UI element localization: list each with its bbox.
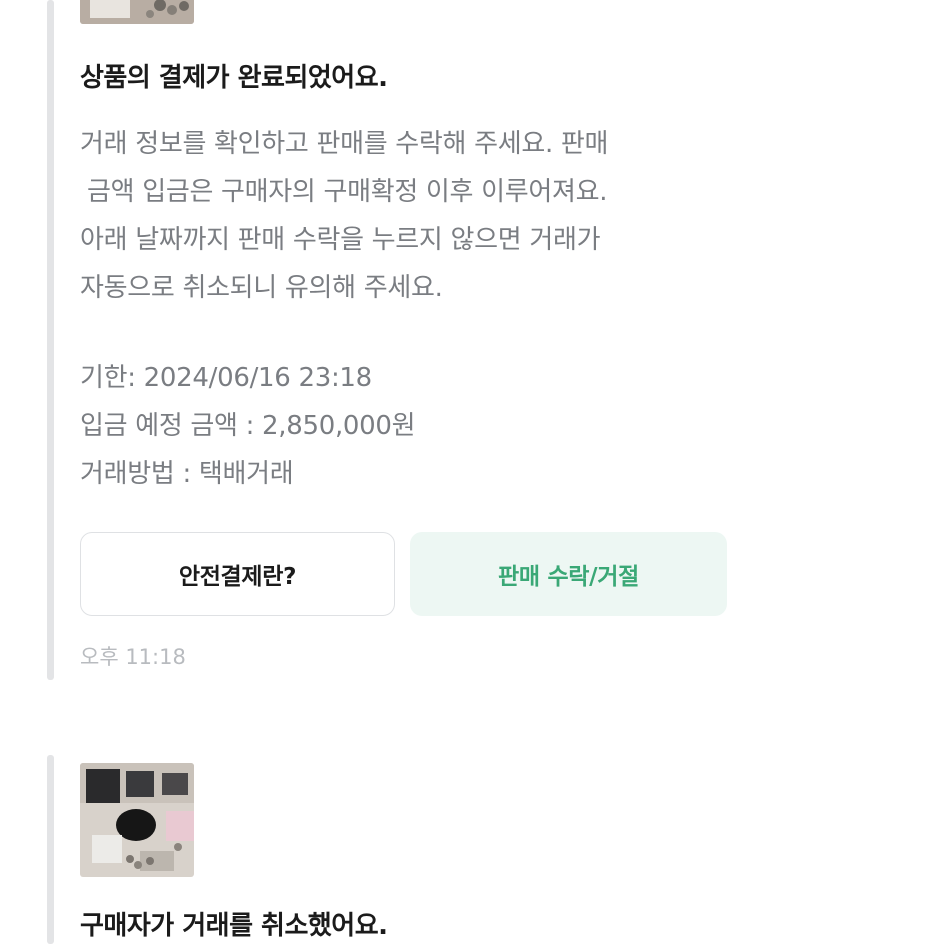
product-image-icon (80, 763, 194, 877)
trade-method-text: 거래방법 : 택배거래 (80, 459, 294, 489)
expected-amount-text: 입금 예정 금액 : 2,850,000원 (80, 411, 416, 441)
product-thumbnail[interactable] (80, 0, 194, 24)
trade-info: 기한: 2024/06/16 23:18 입금 예정 금액 : 2,850,00… (80, 354, 416, 498)
safe-payment-info-button[interactable]: 안전결제란? (80, 532, 395, 616)
product-thumbnail[interactable] (80, 763, 194, 877)
instruction-line: 금액 입금은 구매자의 구매확정 이후 이루어져요. (87, 177, 608, 207)
message-side-bar (47, 0, 54, 680)
message-timestamp: 오후 11:18 (80, 645, 186, 669)
product-image-icon (80, 0, 194, 24)
instruction-line: 아래 날짜까지 판매 수락을 누르지 않으면 거래가 (80, 225, 601, 255)
instruction-line: 거래 정보를 확인하고 판매를 수락해 주세요. 판매 (80, 129, 609, 159)
trade-cancelled-title: 구매자가 거래를 취소했어요. (80, 911, 388, 941)
payment-instructions: 거래 정보를 확인하고 판매를 수락해 주세요. 판매 금액 입금은 구매자의 … (80, 120, 740, 312)
message-side-bar (47, 755, 54, 944)
instruction-line: 자동으로 취소되니 유의해 주세요. (80, 273, 443, 303)
accept-reject-sale-button[interactable]: 판매 수락/거절 (410, 532, 727, 616)
deadline-text: 기한: 2024/06/16 23:18 (80, 363, 372, 393)
payment-complete-title: 상품의 결제가 완료되었어요. (80, 63, 388, 93)
chat-screen: 상품의 결제가 완료되었어요. 거래 정보를 확인하고 판매를 수락해 주세요.… (0, 0, 944, 944)
